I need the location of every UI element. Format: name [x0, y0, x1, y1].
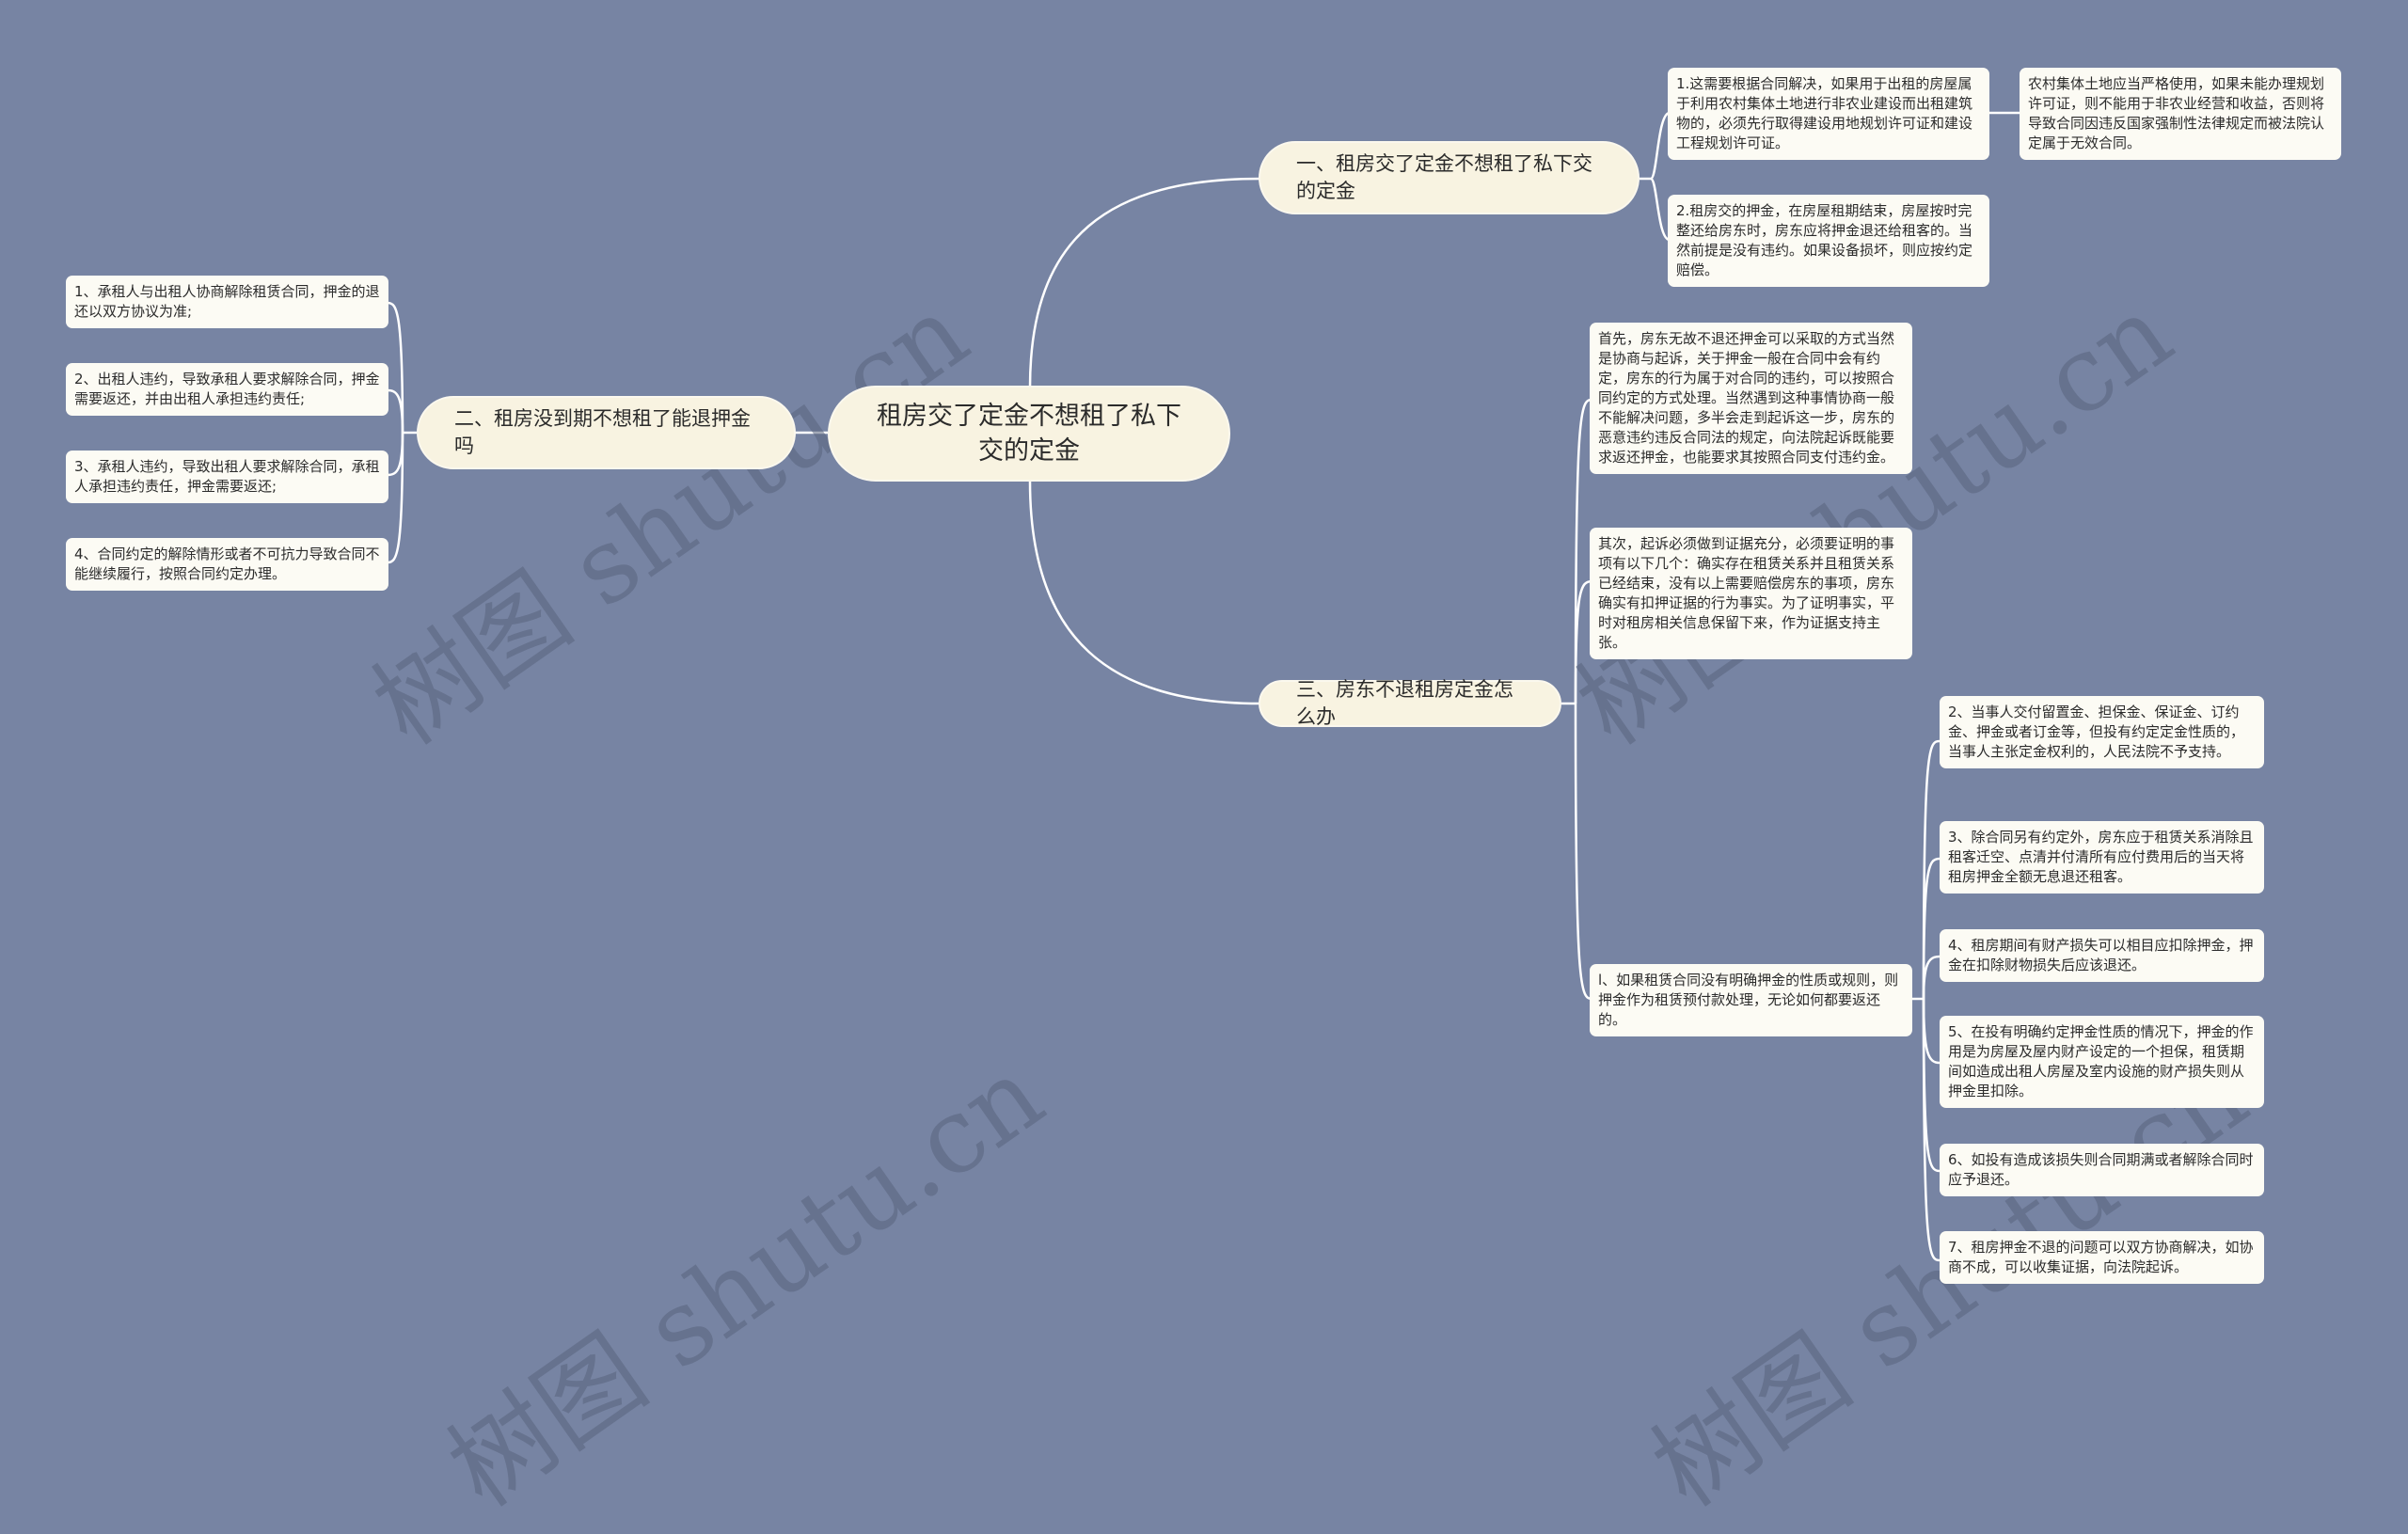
connector-subleaf-5	[1922, 998, 1941, 1065]
leaf-text: 2.租房交的押金，在房屋租期结束，房屋按时完整还给房东时，房东应将押金退还给租客…	[1676, 202, 1973, 278]
leaf-text: 1、承租人与出租人协商解除租赁合同，押金的退还以双方协议为准;	[74, 283, 380, 320]
branch-topic-label: 二、租房没到期不想租了能退押金吗	[454, 407, 751, 457]
leaf-text: 5、在投有明确约定押金性质的情况下，押金的作用是为房屋及屋内财产设定的一个担保，…	[1948, 1023, 2254, 1099]
branch-topic-label: 三、房东不退租房定金怎么办	[1296, 678, 1513, 728]
leaf-node[interactable]: 农村集体土地应当严格使用，如果未能办理规划许可证，则不能用于非农业经营和收益，否…	[2020, 68, 2341, 160]
leaf-node[interactable]: 1、承租人与出租人协商解除租赁合同，押金的退还以双方协议为准;	[66, 276, 388, 328]
connector-branch-3-leaf-3	[1574, 703, 1593, 1001]
leaf-text: 3、承租人违约，导致出租人要求解除合同，承租人承担违约责任，押金需要返还;	[74, 458, 380, 495]
leaf-text: 首先，房东无故不退还押金可以采取的方式当然是协商与起诉，关于押金一般在合同中会有…	[1598, 330, 1895, 466]
connector-subleaf-4	[1922, 955, 1941, 1000]
leaf-text: 4、合同约定的解除情形或者不可抗力导致合同不能继续履行，按照合同约定办理。	[74, 546, 380, 582]
connector-subleaf-6	[1922, 998, 1941, 1173]
connector-branch-2-leaf-4	[387, 432, 404, 564]
leaf-node[interactable]: 1.这需要根据合同解决，如果用于出租的房屋属于利用农村集体土地进行非农业建设而出…	[1668, 68, 1989, 160]
leaf-node[interactable]: 6、如投有造成该损失则合同期满或者解除合同时应予退还。	[1940, 1144, 2264, 1196]
leaf-node[interactable]: 首先，房东无故不退还押金可以采取的方式当然是协商与起诉，关于押金一般在合同中会有…	[1590, 323, 1912, 474]
connector-subleaf-3	[1922, 857, 1941, 1000]
leaf-node[interactable]: 4、合同约定的解除情形或者不可抗力导致合同不能继续履行，按照合同约定办理。	[66, 538, 388, 591]
branch-topic-label: 一、租房交了定金不想租了私下交的定金	[1296, 152, 1592, 202]
branch-topic-2[interactable]: 二、租房没到期不想租了能退押金吗	[417, 396, 796, 469]
leaf-text: 其次，起诉必须做到证据充分，必须要证明的事项有以下几个：确实存在租赁关系并且租赁…	[1598, 535, 1895, 651]
leaf-text: 7、租房押金不退的问题可以双方协商解决，如协商不成，可以收集证据，向法院起诉。	[1948, 1239, 2254, 1275]
leaf-text: 2、出租人违约，导致承租人要求解除合同，押金需要返还，并由出租人承担违约责任;	[74, 371, 380, 407]
branch-topic-1[interactable]: 一、租房交了定金不想租了私下交的定金	[1259, 141, 1640, 214]
leaf-text: 1.这需要根据合同解决，如果用于出租的房屋属于利用农村集体土地进行非农业建设而出…	[1676, 75, 1973, 151]
connector-root-branch-1	[1028, 177, 1261, 388]
leaf-node[interactable]: 其次，起诉必须做到证据充分，必须要证明的事项有以下几个：确实存在租赁关系并且租赁…	[1590, 528, 1912, 659]
leaf-node[interactable]: 2.租房交的押金，在房屋租期结束，房屋按时完整还给房东时，房东应将押金退还给租客…	[1668, 195, 1989, 287]
branch-topic-3[interactable]: 三、房东不退租房定金怎么办	[1259, 678, 1561, 728]
connector-branch-1-leaf-1	[1640, 111, 1671, 181]
leaf-node[interactable]: 2、当事人交付留置金、担保金、保证金、订约金、押金或者订金等，但投有约定定金性质…	[1940, 696, 2264, 768]
root-topic-label: 租房交了定金不想租了私下交的定金	[877, 402, 1181, 466]
leaf-text: 3、除合同另有约定外，房东应于租赁关系消除且租客迁空、点清并付清所有应付费用后的…	[1948, 829, 2254, 885]
leaf-node[interactable]: 5、在投有明确约定押金性质的情况下，押金的作用是为房屋及屋内财产设定的一个担保，…	[1940, 1016, 2264, 1108]
leaf-text: 6、如投有造成该损失则合同期满或者解除合同时应予退还。	[1948, 1151, 2254, 1188]
leaf-node[interactable]: 4、租房期间有财产损失可以相目应扣除押金，押金在扣除财物损失后应该退还。	[1940, 929, 2264, 982]
connector-branch-2-leaf-1	[387, 301, 404, 434]
leaf-text: l、如果租赁合同没有明确押金的性质或规则，则押金作为租赁预付款处理，无论如何都要…	[1598, 972, 1899, 1028]
connector-root-branch-3	[1028, 481, 1261, 705]
leaf-node[interactable]: l、如果租赁合同没有明确押金的性质或规则，则押金作为租赁预付款处理，无论如何都要…	[1590, 964, 1912, 1036]
leaf-node[interactable]: 3、承租人违约，导致出租人要求解除合同，承租人承担违约责任，押金需要返还;	[66, 451, 388, 503]
connector-branch-1-leaf-2	[1649, 177, 1671, 242]
leaf-node[interactable]: 3、除合同另有约定外，房东应于租赁关系消除且租客迁空、点清并付清所有应付费用后的…	[1940, 821, 2264, 894]
leaf-text: 4、租房期间有财产损失可以相目应扣除押金，押金在扣除财物损失后应该退还。	[1948, 937, 2254, 973]
leaf-text: 2、当事人交付留置金、担保金、保证金、订约金、押金或者订金等，但投有约定定金性质…	[1948, 704, 2245, 760]
root-topic[interactable]: 租房交了定金不想租了私下交的定金	[828, 386, 1230, 482]
leaf-text: 农村集体土地应当严格使用，如果未能办理规划许可证，则不能用于非农业经营和收益，否…	[2028, 75, 2325, 151]
leaf-node[interactable]: 2、出租人违约，导致承租人要求解除合同，押金需要返还，并由出租人承担违约责任;	[66, 363, 388, 416]
leaf-node[interactable]: 7、租房押金不退的问题可以双方协商解决，如协商不成，可以收集证据，向法院起诉。	[1940, 1231, 2264, 1284]
connector-branch-2-leaf-2	[387, 388, 404, 434]
connector-branch-2-leaf-3	[387, 432, 404, 477]
